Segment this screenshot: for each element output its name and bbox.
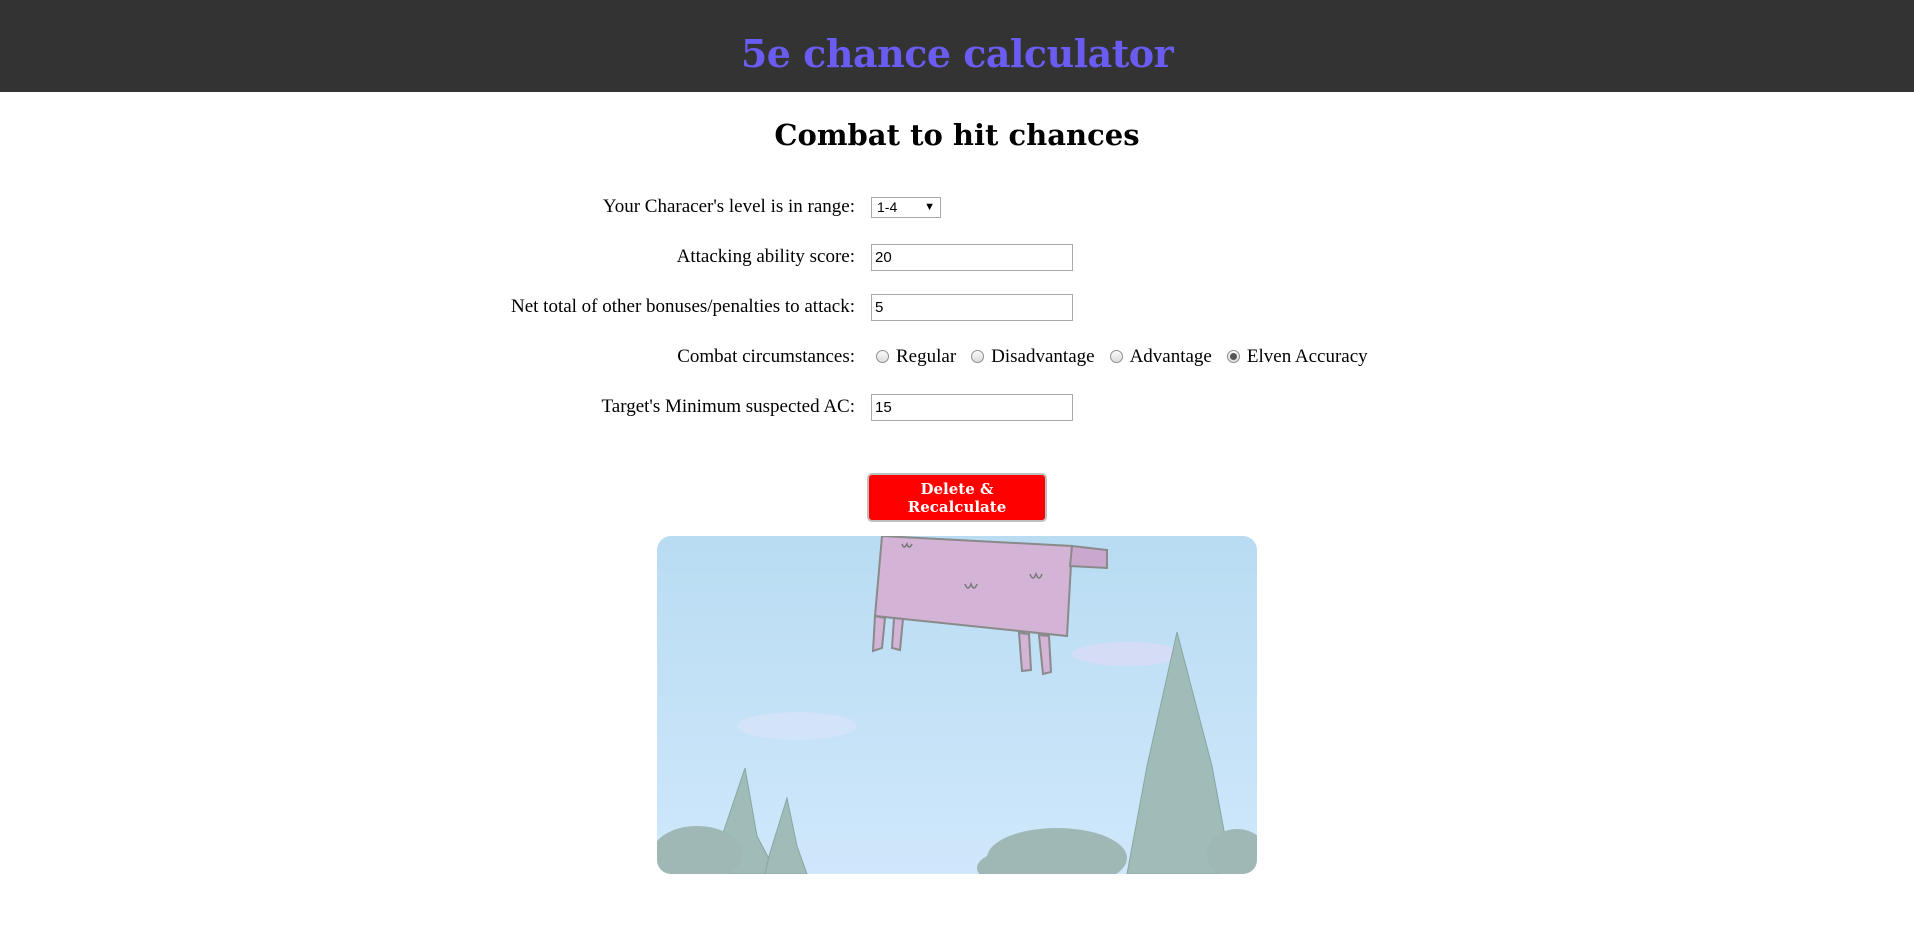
flying-cow-icon	[657, 536, 1257, 874]
radio-label-elven-accuracy: Elven Accuracy	[1246, 346, 1368, 367]
ac-row: Target's Minimum suspected AC:	[0, 382, 1914, 432]
ability-row: Attacking ability score:	[0, 232, 1914, 282]
bonus-label: Net total of other bonuses/penalties to …	[510, 296, 855, 317]
app-title: 5e chance calculator	[740, 30, 1174, 76]
ac-input[interactable]	[871, 393, 1073, 421]
bonus-input[interactable]	[871, 293, 1073, 321]
radio-regular[interactable]	[876, 349, 889, 363]
level-label: Your Characer's level is in range:	[602, 196, 855, 217]
circumstances-row: Combat circumstances: Regular Disadvanta…	[0, 332, 1914, 382]
level-row: Your Characer's level is in range: 1-4 ▼	[0, 182, 1914, 232]
ability-score-input[interactable]	[871, 243, 1073, 271]
radio-advantage[interactable]	[1109, 349, 1123, 363]
delete-recalculate-button[interactable]: Delete & Recalculate	[867, 473, 1047, 522]
ability-label: Attacking ability score:	[676, 246, 855, 267]
radio-elven-accuracy[interactable]	[1226, 349, 1240, 363]
level-select[interactable]: 1-4 ▼	[871, 196, 941, 218]
circumstances-radio-group: Regular Disadvantage Advantage Elven Acc…	[871, 346, 1378, 368]
radio-label-advantage: Advantage	[1129, 346, 1212, 367]
header-bar: 5e chance calculator	[0, 0, 1914, 92]
bonus-row: Net total of other bonuses/penalties to …	[0, 282, 1914, 332]
circumstances-label: Combat circumstances:	[677, 346, 855, 367]
page-title: Combat to hit chances	[774, 118, 1140, 152]
radio-disadvantage[interactable]	[971, 349, 985, 363]
level-select-value: 1-4	[877, 199, 898, 215]
radio-label-disadvantage: Disadvantage	[991, 346, 1095, 367]
ac-label: Target's Minimum suspected AC:	[601, 396, 855, 417]
chevron-down-icon: ▼	[924, 201, 935, 213]
radio-label-regular: Regular	[896, 346, 957, 367]
